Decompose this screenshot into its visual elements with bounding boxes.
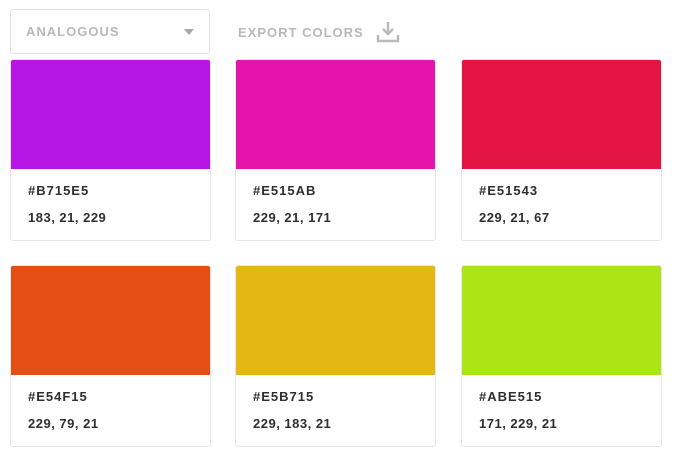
download-icon [376, 20, 400, 44]
color-swatch[interactable] [11, 266, 210, 375]
color-swatch[interactable] [236, 266, 435, 375]
color-card[interactable]: #E515AB 229, 21, 171 [235, 59, 436, 241]
chevron-down-icon [184, 29, 194, 35]
rgb-value: 183, 21, 229 [28, 210, 107, 225]
hex-value: #E5B715 [253, 389, 315, 404]
hex-value: #B715E5 [28, 183, 90, 198]
hex-value: #E51543 [479, 183, 539, 198]
color-card[interactable]: #E51543 229, 21, 67 [461, 59, 662, 241]
export-colors-label: EXPORT COLORS [238, 24, 364, 40]
color-scheme-dropdown[interactable]: ANALOGOUS [10, 9, 210, 54]
color-card[interactable]: #E54F15 229, 79, 21 [10, 265, 211, 447]
color-card[interactable]: #B715E5 183, 21, 229 [10, 59, 211, 241]
hex-value: #E54F15 [28, 389, 88, 404]
toolbar: ANALOGOUS EXPORT COLORS [10, 9, 666, 54]
hex-value: #E515AB [253, 183, 317, 198]
rgb-value: 229, 183, 21 [253, 416, 332, 431]
hex-value: #ABE515 [479, 389, 543, 404]
export-colors-button[interactable]: EXPORT COLORS [238, 20, 400, 44]
color-swatch[interactable] [11, 60, 210, 169]
color-scheme-label: ANALOGOUS [26, 24, 120, 39]
color-swatch[interactable] [462, 266, 661, 375]
rgb-value: 229, 21, 171 [253, 210, 332, 225]
color-card[interactable]: #E5B715 229, 183, 21 [235, 265, 436, 447]
color-swatch[interactable] [462, 60, 661, 169]
rgb-value: 171, 229, 21 [479, 416, 558, 431]
rgb-value: 229, 21, 67 [479, 210, 550, 225]
color-swatch[interactable] [236, 60, 435, 169]
color-card[interactable]: #ABE515 171, 229, 21 [461, 265, 662, 447]
rgb-value: 229, 79, 21 [28, 416, 99, 431]
